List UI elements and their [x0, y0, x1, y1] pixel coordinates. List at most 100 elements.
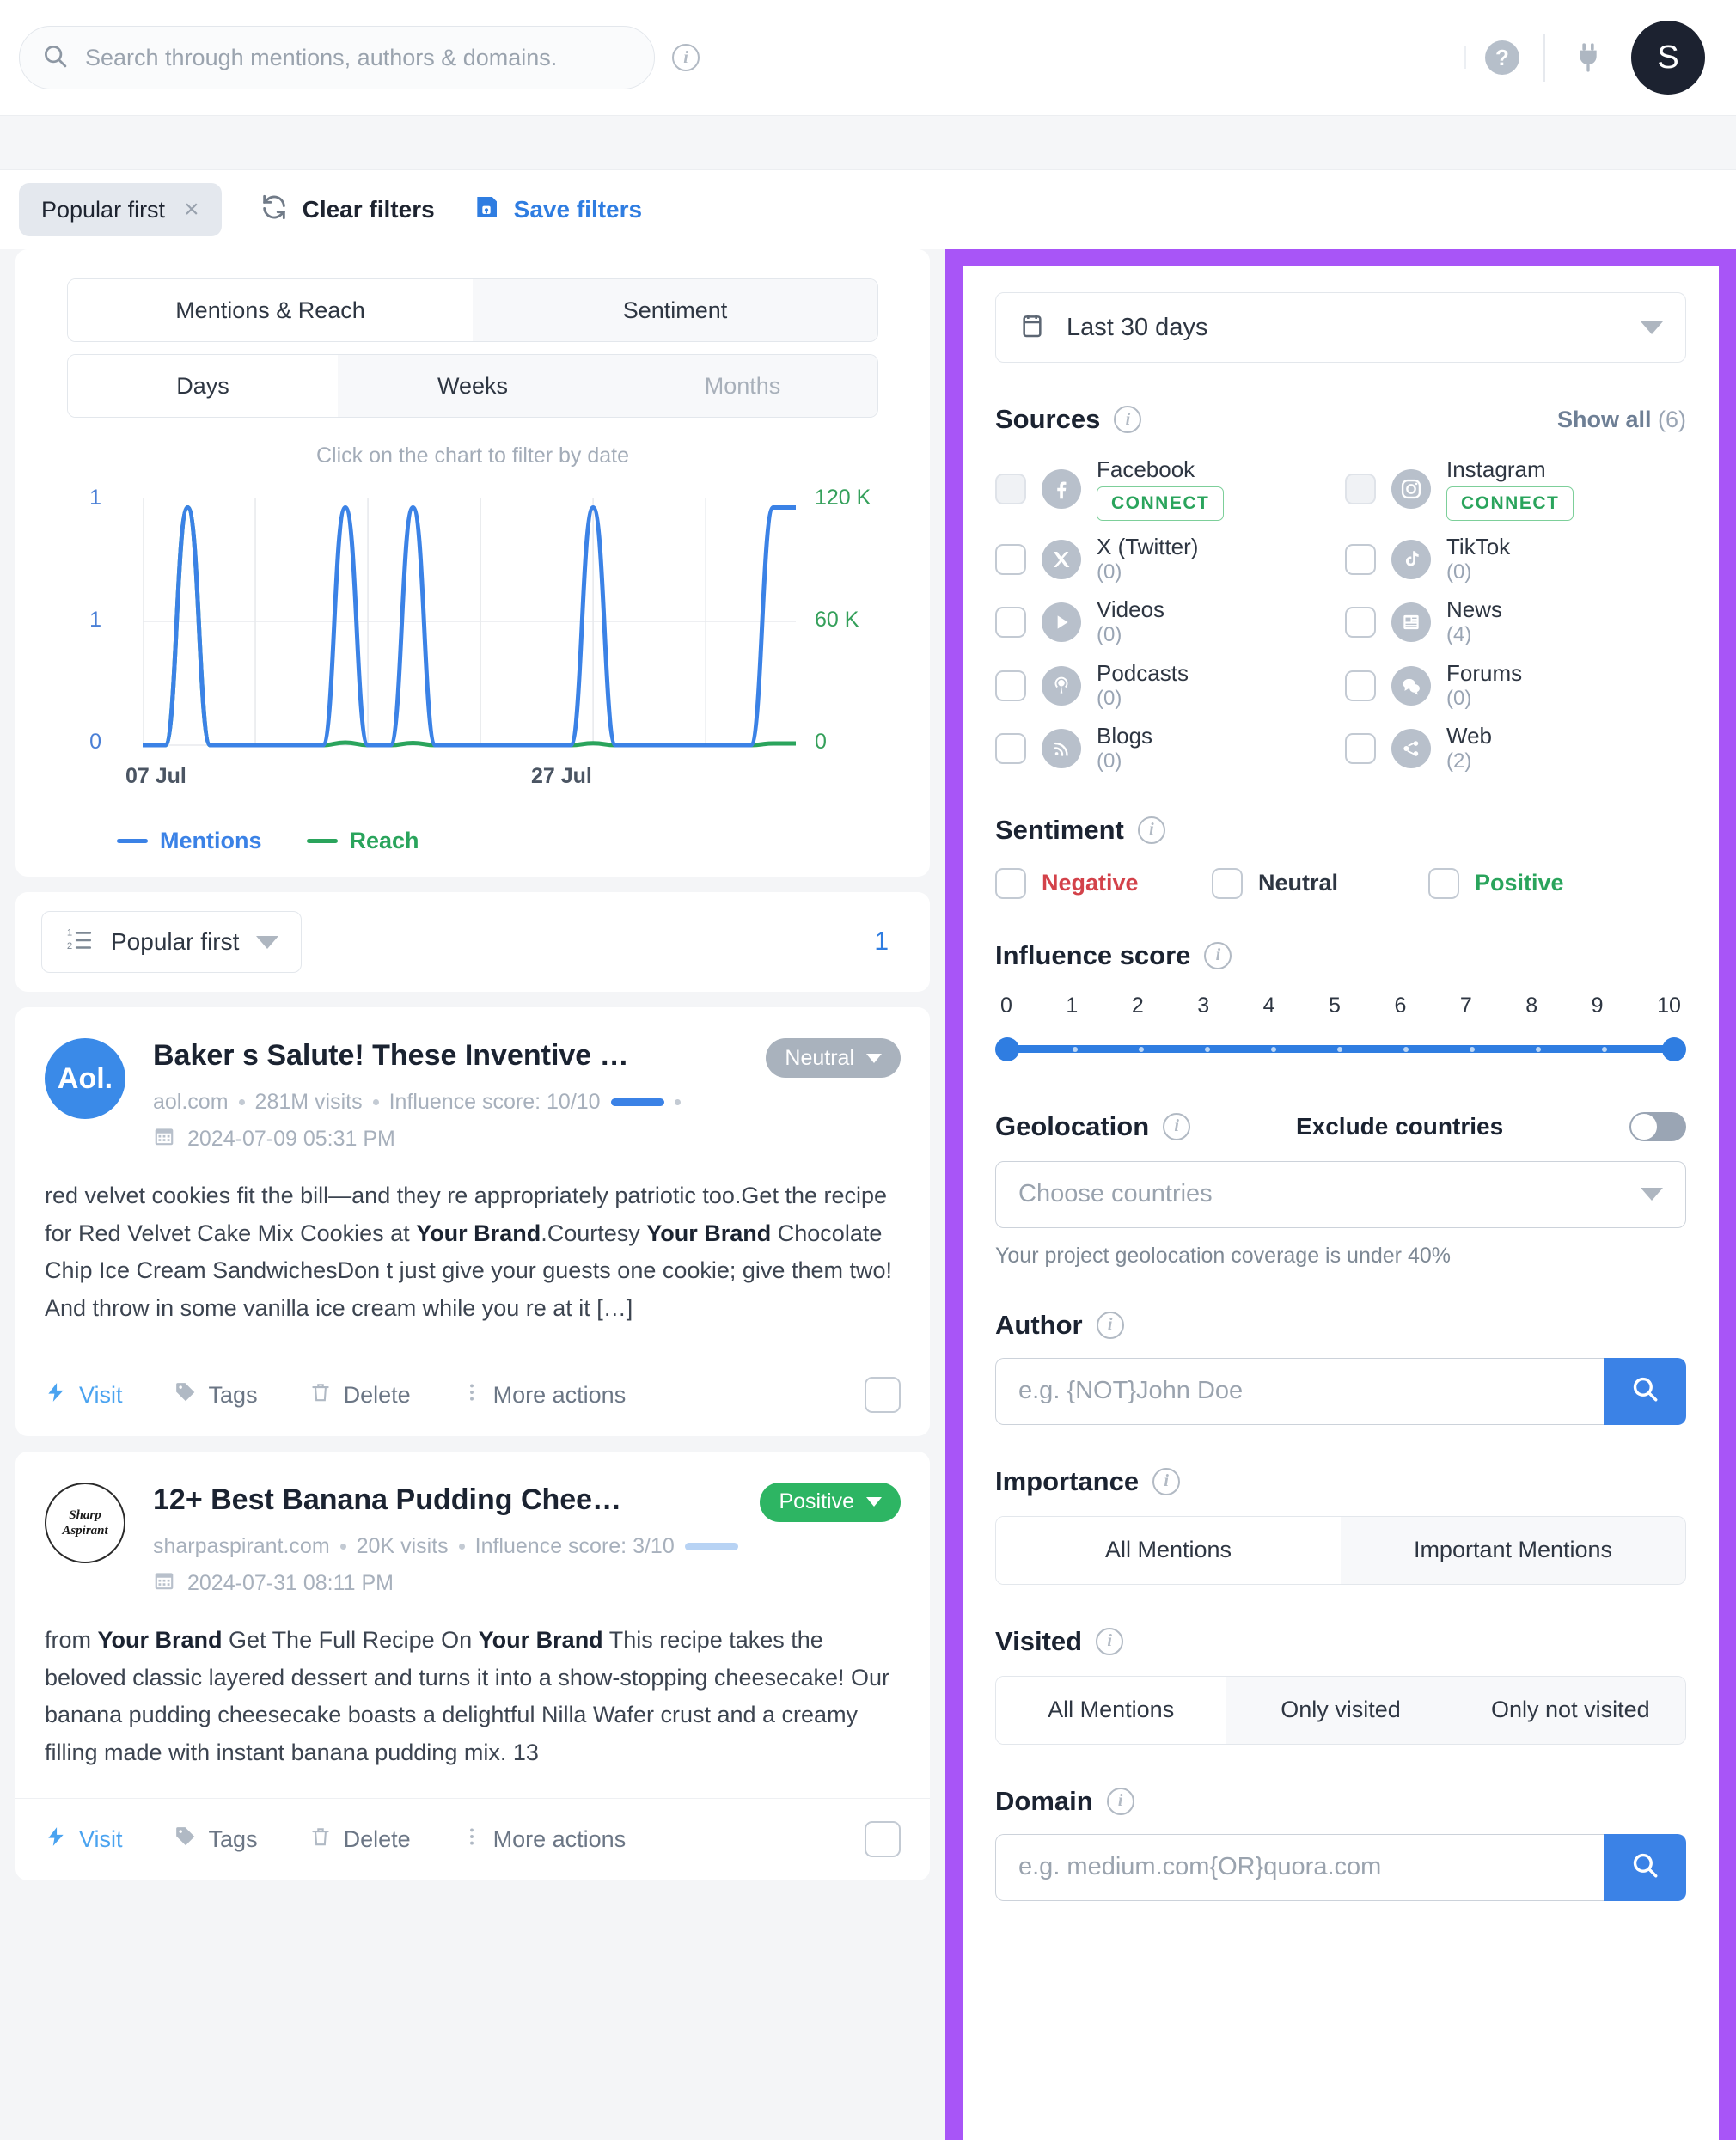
info-icon[interactable]: i — [1096, 1311, 1124, 1339]
save-filters-button[interactable]: Save filters — [473, 193, 642, 227]
source-item-podcasts[interactable]: Podcasts (0) — [995, 660, 1336, 710]
date-range-select[interactable]: Last 30 days — [995, 292, 1686, 363]
visit-label: Visit — [79, 1381, 123, 1408]
domain-search-button[interactable] — [1604, 1833, 1686, 1901]
importance-option-important[interactable]: Important Mentions — [1341, 1516, 1685, 1584]
delete-button[interactable]: Delete — [309, 1825, 411, 1854]
search-box[interactable] — [19, 26, 655, 89]
mention-visits: 281M visits — [254, 1090, 363, 1114]
video-icon — [1042, 602, 1081, 643]
slider-tick — [1073, 1046, 1078, 1052]
info-icon[interactable]: i — [1114, 406, 1142, 433]
connect-button[interactable]: CONNECT — [1097, 486, 1225, 521]
close-icon[interactable]: × — [184, 197, 199, 223]
show-all-count: (6) — [1658, 406, 1686, 432]
mention-domain[interactable]: aol.com — [153, 1090, 229, 1115]
more-actions-button[interactable]: More actions — [462, 1381, 626, 1409]
select-mention-checkbox[interactable] — [865, 1821, 901, 1858]
source-text: News (4) — [1446, 596, 1502, 646]
plug-icon[interactable] — [1569, 39, 1607, 76]
source-item-videos[interactable]: Videos (0) — [995, 596, 1336, 646]
sentiment-badge[interactable]: Positive — [760, 1482, 901, 1522]
info-icon[interactable]: i — [1137, 816, 1165, 844]
source-checkbox[interactable] — [1345, 473, 1376, 504]
source-item-blogs[interactable]: Blogs (0) — [995, 723, 1336, 773]
sort-dropdown[interactable]: 1 2 Popular first — [41, 911, 303, 973]
sentiment-option-positive[interactable]: Positive — [1428, 867, 1645, 899]
chevron-down-icon — [866, 1053, 882, 1063]
source-checkbox[interactable] — [995, 670, 1026, 701]
source-item-tiktok[interactable]: TikTok (0) — [1345, 533, 1686, 584]
sentiment-checkbox[interactable] — [1428, 867, 1459, 899]
help-icon[interactable]: ? — [1485, 40, 1519, 75]
source-name: TikTok — [1446, 533, 1511, 559]
sentiment-option-neutral[interactable]: Neutral — [1212, 867, 1428, 899]
show-all-sources-link[interactable]: Show all (6) — [1557, 407, 1686, 433]
author-input[interactable] — [995, 1357, 1604, 1425]
delete-button[interactable]: Delete — [309, 1381, 411, 1409]
legend-item-reach[interactable]: Reach — [306, 828, 419, 854]
source-item-facebook[interactable]: Facebook CONNECT — [995, 456, 1336, 521]
visited-option-all[interactable]: All Mentions — [996, 1676, 1226, 1744]
source-checkbox[interactable] — [1345, 670, 1376, 701]
info-icon[interactable]: i — [1204, 941, 1232, 969]
tags-button[interactable]: Tags — [174, 1381, 258, 1409]
slider-knob-min[interactable] — [995, 1036, 1019, 1061]
domain-input[interactable] — [995, 1833, 1604, 1901]
source-checkbox[interactable] — [995, 473, 1026, 504]
source-checkbox[interactable] — [995, 543, 1026, 575]
source-checkbox[interactable] — [1345, 733, 1376, 765]
tab-sentiment[interactable]: Sentiment — [473, 279, 877, 341]
source-checkbox[interactable] — [995, 607, 1026, 639]
countries-select[interactable]: Choose countries — [995, 1160, 1686, 1228]
importance-options: All Mentions Important Mentions — [995, 1515, 1686, 1585]
sentiment-option-negative[interactable]: Negative — [995, 867, 1212, 899]
visit-button[interactable]: Visit — [45, 1825, 123, 1854]
info-icon[interactable]: i — [1163, 1112, 1191, 1140]
active-filter-chip[interactable]: Popular first × — [19, 183, 222, 236]
sentiment-checkbox[interactable] — [1212, 867, 1243, 899]
mention-date-row: 2024-07-09 05:31 PM — [153, 1125, 901, 1153]
mention-title[interactable]: Baker s Salute! These Inventive (… — [153, 1038, 634, 1073]
source-checkbox[interactable] — [1345, 543, 1376, 575]
source-item-x-twitter[interactable]: X (Twitter) (0) — [995, 534, 1336, 584]
source-item-forums[interactable]: Forums (0) — [1345, 660, 1686, 710]
tab-weeks[interactable]: Weeks — [338, 355, 608, 417]
slider-knob-max[interactable] — [1662, 1036, 1686, 1061]
mention-title[interactable]: 12+ Best Banana Pudding Chees… — [153, 1483, 634, 1518]
tab-days[interactable]: Days — [68, 355, 338, 417]
source-item-web[interactable]: Web (2) — [1345, 723, 1686, 773]
tab-months[interactable]: Months — [608, 355, 877, 417]
tab-mentions-reach[interactable]: Mentions & Reach — [68, 279, 473, 341]
legend-item-mentions[interactable]: Mentions — [117, 828, 262, 854]
search-icon — [1630, 1850, 1660, 1884]
select-mention-checkbox[interactable] — [865, 1377, 901, 1414]
avatar[interactable]: S — [1631, 21, 1705, 95]
importance-option-all[interactable]: All Mentions — [996, 1516, 1341, 1584]
search-input[interactable] — [85, 44, 632, 71]
exclude-countries-toggle[interactable] — [1629, 1111, 1686, 1141]
more-actions-button[interactable]: More actions — [462, 1825, 626, 1854]
source-checkbox[interactable] — [1345, 607, 1376, 639]
author-search-button[interactable] — [1604, 1357, 1686, 1425]
mention-domain[interactable]: sharpaspirant.com — [153, 1534, 330, 1559]
visited-header: Visited i — [995, 1626, 1686, 1657]
source-item-instagram[interactable]: Instagram CONNECT — [1345, 456, 1686, 521]
info-icon[interactable]: i — [1152, 1467, 1181, 1495]
info-icon[interactable]: i — [1096, 1627, 1124, 1655]
visited-option-only-not-visited[interactable]: Only not visited — [1455, 1676, 1685, 1744]
sentiment-badge[interactable]: Neutral — [766, 1038, 901, 1078]
tags-button[interactable]: Tags — [174, 1825, 258, 1854]
chart-plot[interactable]: 1 1 0 120 K 60 K 0 — [15, 486, 930, 755]
clear-filters-button[interactable]: Clear filters — [260, 193, 435, 228]
source-item-news[interactable]: News (4) — [1345, 596, 1686, 646]
sentiment-checkbox[interactable] — [995, 867, 1026, 899]
visited-option-only-visited[interactable]: Only visited — [1226, 1676, 1456, 1744]
search-info-icon[interactable]: i — [672, 44, 700, 71]
source-checkbox[interactable] — [995, 733, 1026, 765]
influence-score-slider[interactable] — [995, 1032, 1686, 1067]
connect-button[interactable]: CONNECT — [1446, 486, 1574, 521]
visit-button[interactable]: Visit — [45, 1381, 123, 1409]
info-icon[interactable]: i — [1106, 1787, 1134, 1815]
y-left-tick-2: 0 — [89, 730, 101, 754]
